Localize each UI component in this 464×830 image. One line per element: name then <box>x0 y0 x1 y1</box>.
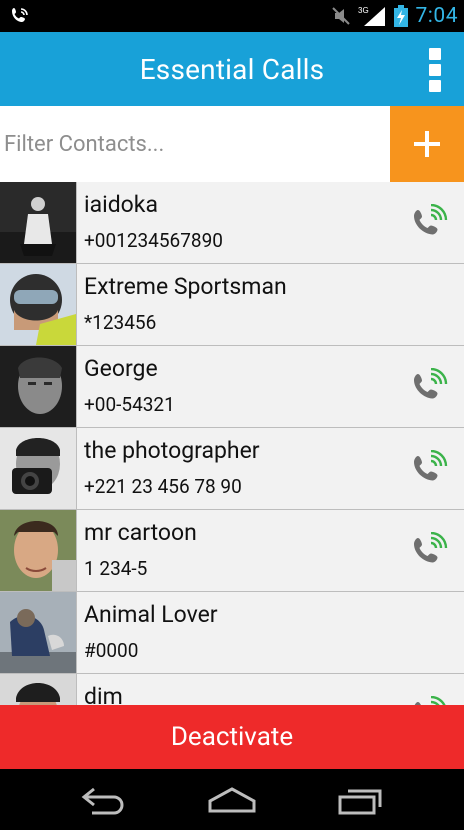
contact-row[interactable]: George +00-54321 <box>0 346 464 428</box>
deactivate-button[interactable]: Deactivate <box>0 705 464 769</box>
contact-row[interactable]: iaidoka +001234567890 <box>0 182 464 264</box>
clock: 7:04 <box>415 4 458 28</box>
contact-row[interactable]: dim <box>0 674 464 705</box>
call-icon[interactable] <box>412 696 448 705</box>
mute-icon <box>331 7 350 25</box>
deactivate-label: Deactivate <box>170 722 294 752</box>
add-contact-button[interactable] <box>390 106 464 182</box>
contact-row[interactable]: Extreme Sportsman *123456 <box>0 264 464 346</box>
signal-3g-icon: 3G <box>358 6 385 26</box>
recent-apps-icon[interactable] <box>336 783 388 817</box>
contact-name: iaidoka <box>84 191 158 218</box>
contact-photo <box>0 592 77 673</box>
contact-photo <box>0 346 77 427</box>
contact-photo <box>0 510 77 591</box>
phone-call-status-icon <box>12 8 28 22</box>
status-icons: 3G 7:04 <box>331 0 459 32</box>
app-title: Essential Calls <box>139 52 325 86</box>
contact-photo <box>0 674 77 705</box>
back-icon[interactable] <box>78 783 130 817</box>
contact-row[interactable]: Animal Lover #0000 <box>0 592 464 674</box>
contact-number: +00-54321 <box>84 393 175 416</box>
filter-contacts-input[interactable] <box>0 106 390 182</box>
contact-name: Animal Lover <box>84 601 218 628</box>
contact-number: *123456 <box>84 311 157 334</box>
contact-number: +001234567890 <box>84 229 223 252</box>
contact-row[interactable]: mr cartoon 1 234-5 <box>0 510 464 592</box>
menu-dot <box>429 64 441 76</box>
system-nav-bar <box>0 769 464 830</box>
battery-charging-icon <box>393 5 408 27</box>
contact-number: #0000 <box>84 639 139 662</box>
contact-name: dim <box>84 683 123 705</box>
call-icon[interactable] <box>412 450 448 486</box>
call-icon[interactable] <box>412 368 448 404</box>
contact-list[interactable]: iaidoka +001234567890 Extreme Sportsman … <box>0 182 464 705</box>
contact-name: mr cartoon <box>84 519 197 546</box>
menu-dot <box>429 80 441 92</box>
contact-photo <box>0 428 77 509</box>
overflow-menu-button[interactable] <box>424 48 446 94</box>
call-icon[interactable] <box>412 204 448 240</box>
contact-number: 1 234-5 <box>84 557 148 580</box>
contact-photo <box>0 264 77 345</box>
network-type-label: 3G <box>358 6 369 15</box>
plus-icon <box>414 131 440 157</box>
contact-photo <box>0 182 77 263</box>
call-icon[interactable] <box>412 532 448 568</box>
contact-name: Extreme Sportsman <box>84 273 287 300</box>
home-icon[interactable] <box>206 783 258 817</box>
status-bar: 3G 7:04 <box>0 0 464 32</box>
contact-name: George <box>84 355 158 382</box>
contact-name: the photographer <box>84 437 260 464</box>
contact-row[interactable]: the photographer +221 23 456 78 90 <box>0 428 464 510</box>
app-bar: Essential Calls <box>0 32 464 106</box>
menu-dot <box>429 48 441 60</box>
filter-bar <box>0 106 464 183</box>
contact-number: +221 23 456 78 90 <box>84 475 242 498</box>
